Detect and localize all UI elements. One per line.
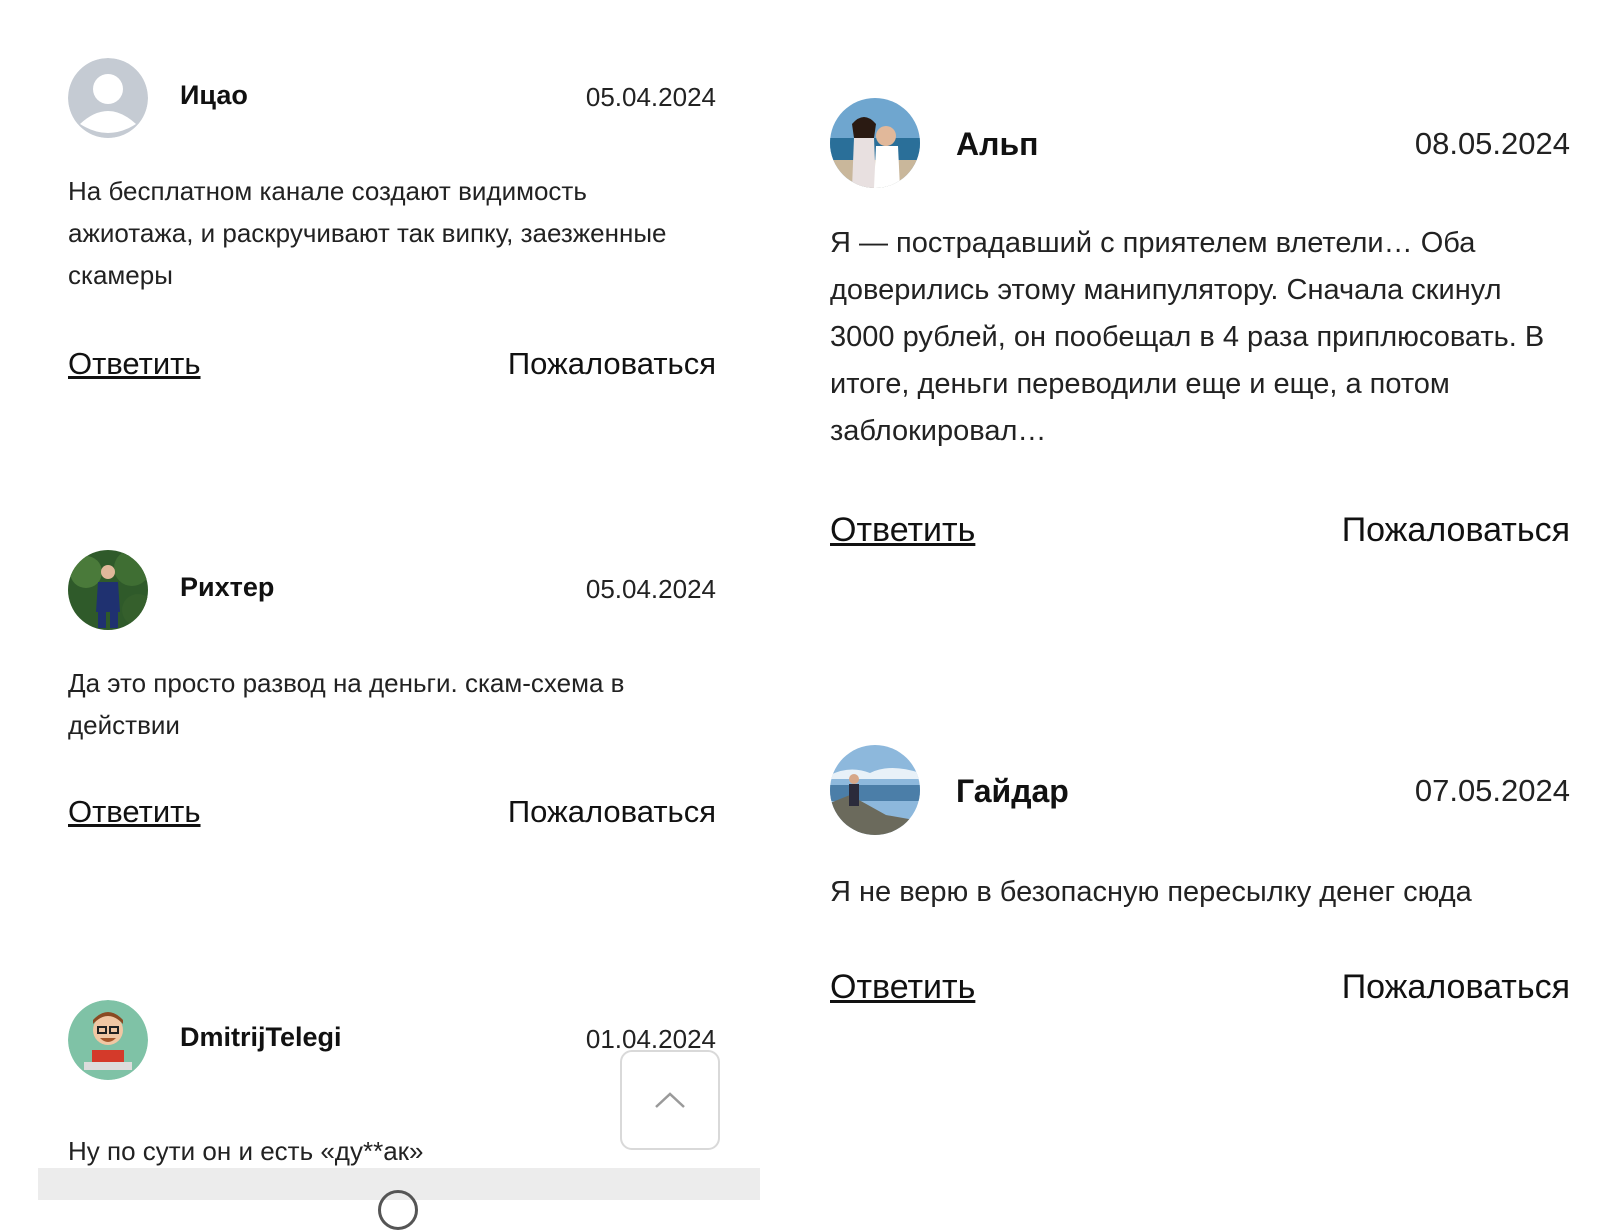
- reply-link[interactable]: Ответить: [68, 794, 201, 830]
- comment-header: Гайдар 07.05.2024: [830, 745, 1570, 835]
- comment-actions: Ответить Пожаловаться: [68, 794, 716, 834]
- comment-header: Альп 08.05.2024: [830, 98, 1570, 188]
- complain-link[interactable]: Пожаловаться: [508, 346, 716, 382]
- comment-date: 08.05.2024: [1414, 126, 1570, 161]
- comment-date: 05.04.2024: [585, 574, 716, 604]
- complain-link[interactable]: Пожаловаться: [1342, 968, 1570, 1007]
- panel-gap: [770, 0, 800, 1200]
- chevron-up-icon: [655, 1092, 685, 1108]
- scroll-to-top-button[interactable]: [620, 1050, 720, 1150]
- comment-header: DmitrijTelegi 01.04.2024: [68, 1000, 716, 1090]
- comment-actions: Ответить Пожаловаться: [68, 346, 716, 386]
- comment-author[interactable]: Рихтер: [180, 572, 274, 603]
- comment-author[interactable]: Ицао: [180, 80, 248, 111]
- bottom-toolbar: [38, 1168, 760, 1230]
- comment-text: Я — пострадавший с приятелем влетели… Об…: [830, 227, 1545, 447]
- left-screenshot-panel: Ицао 05.04.2024 На бесплатном канале соз…: [0, 0, 770, 1230]
- comment-item: DmitrijTelegi 01.04.2024 Ну по сути он и…: [68, 1000, 716, 1172]
- toolbar-circle-icon[interactable]: [378, 1190, 418, 1230]
- right-screenshot-panel: Альп 08.05.2024 Я — пострадавший с прият…: [800, 0, 1600, 1200]
- comment-header: Рихтер 05.04.2024: [68, 550, 716, 640]
- comment-item: Гайдар 07.05.2024 Я не верю в безопасную…: [830, 745, 1570, 1008]
- comment-author[interactable]: Альп: [956, 126, 1038, 163]
- comment-text: Я не верю в безопасную пересылку денег с…: [830, 876, 1472, 908]
- complain-link[interactable]: Пожаловаться: [508, 794, 716, 830]
- comment-actions: Ответить Пожаловаться: [830, 968, 1570, 1008]
- comment-item: Альп 08.05.2024 Я — пострадавший с прият…: [830, 98, 1570, 551]
- comment-actions: Ответить Пожаловаться: [830, 511, 1570, 551]
- avatar-photo-man-suit: [68, 550, 148, 630]
- complain-link[interactable]: Пожаловаться: [1342, 511, 1570, 550]
- avatar-cartoon-man-laptop: [68, 1000, 148, 1080]
- reply-link[interactable]: Ответить: [830, 511, 975, 550]
- comment-text: На бесплатном канале создают видимость а…: [68, 176, 667, 290]
- comment-text: Ну по сути он и есть «ду**ак»: [68, 1136, 424, 1166]
- comment-text: Да это просто развод на деньги. скам-схе…: [68, 668, 625, 740]
- comment-date: 07.05.2024: [1414, 773, 1570, 808]
- comment-item: Ицао 05.04.2024 На бесплатном канале соз…: [68, 58, 716, 386]
- comment-date: 05.04.2024: [585, 82, 716, 112]
- default-user-icon: [68, 58, 148, 138]
- reply-link[interactable]: Ответить: [68, 346, 201, 382]
- avatar-photo-couple-sea: [830, 98, 920, 188]
- comment-header: Ицао 05.04.2024: [68, 58, 716, 148]
- avatar-photo-man-mountain: [830, 745, 920, 835]
- comment-author[interactable]: DmitrijTelegi: [180, 1022, 342, 1053]
- reply-link[interactable]: Ответить: [830, 968, 975, 1007]
- comment-author[interactable]: Гайдар: [956, 773, 1069, 810]
- comment-item: Рихтер 05.04.2024 Да это просто развод н…: [68, 550, 716, 834]
